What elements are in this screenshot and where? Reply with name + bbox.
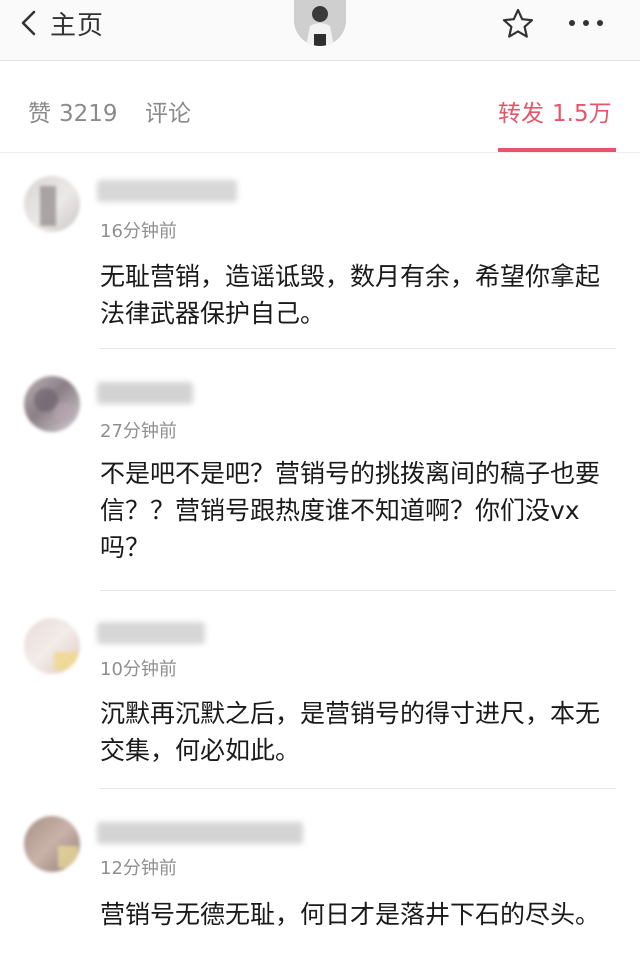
tab-likes-label: 赞 [28,101,51,127]
avatar[interactable] [24,176,80,232]
username[interactable] [97,382,193,404]
comment-text: 沉默再沉默之后，是营销号的得寸进尺，本无交集，何必如此。 [100,699,601,765]
comment-time: 12分钟前 [100,858,177,879]
avatar-image [34,388,74,422]
profile-avatar[interactable] [294,0,346,46]
more-dots-icon[interactable] [566,10,606,36]
tab-likes[interactable]: 赞 3219 [28,94,118,128]
divider [100,788,616,789]
avatar[interactable] [24,618,80,674]
divider [100,348,616,349]
comment-text: 无耻营销，造谣诋毁，数月有余，希望你拿起法律武器保护自己。 [100,262,601,328]
comment-text: 营销号无德无耻，何日才是落井下石的尽头。 [100,900,601,929]
avatar-image [54,652,78,670]
avatar-image [58,846,78,868]
tab-reposts-label: 转发 [498,101,544,127]
chevron-left-icon [21,10,36,36]
tab-comments[interactable]: 评论 [145,94,191,128]
back-button[interactable]: 主页 [18,0,104,46]
avatar[interactable] [24,816,80,872]
tab-likes-count: 3219 [59,101,118,127]
avatar-image [294,0,346,46]
top-nav-bar: 主页 [0,0,640,61]
star-icon[interactable] [500,6,536,42]
comment-time: 16分钟前 [100,221,177,242]
username[interactable] [97,180,237,202]
interaction-tabs: 赞 3219 评论 转发 1.5万 [0,70,640,153]
comment-time: 10分钟前 [100,659,177,680]
comment-text: 不是吧不是吧？营销号的挑拨离间的稿子也要信？？营销号跟热度谁不知道啊？你们没vx… [100,459,601,562]
tab-reposts-count: 1.5万 [552,101,612,127]
divider [100,590,616,591]
username[interactable] [97,822,303,844]
back-label: 主页 [50,10,105,41]
avatar[interactable] [24,376,80,432]
tab-comments-label: 评论 [145,101,191,127]
active-tab-indicator [498,148,616,152]
avatar-image [40,186,56,226]
username[interactable] [97,622,205,644]
tab-reposts[interactable]: 转发 1.5万 [498,94,612,128]
comment-time: 27分钟前 [100,421,177,442]
